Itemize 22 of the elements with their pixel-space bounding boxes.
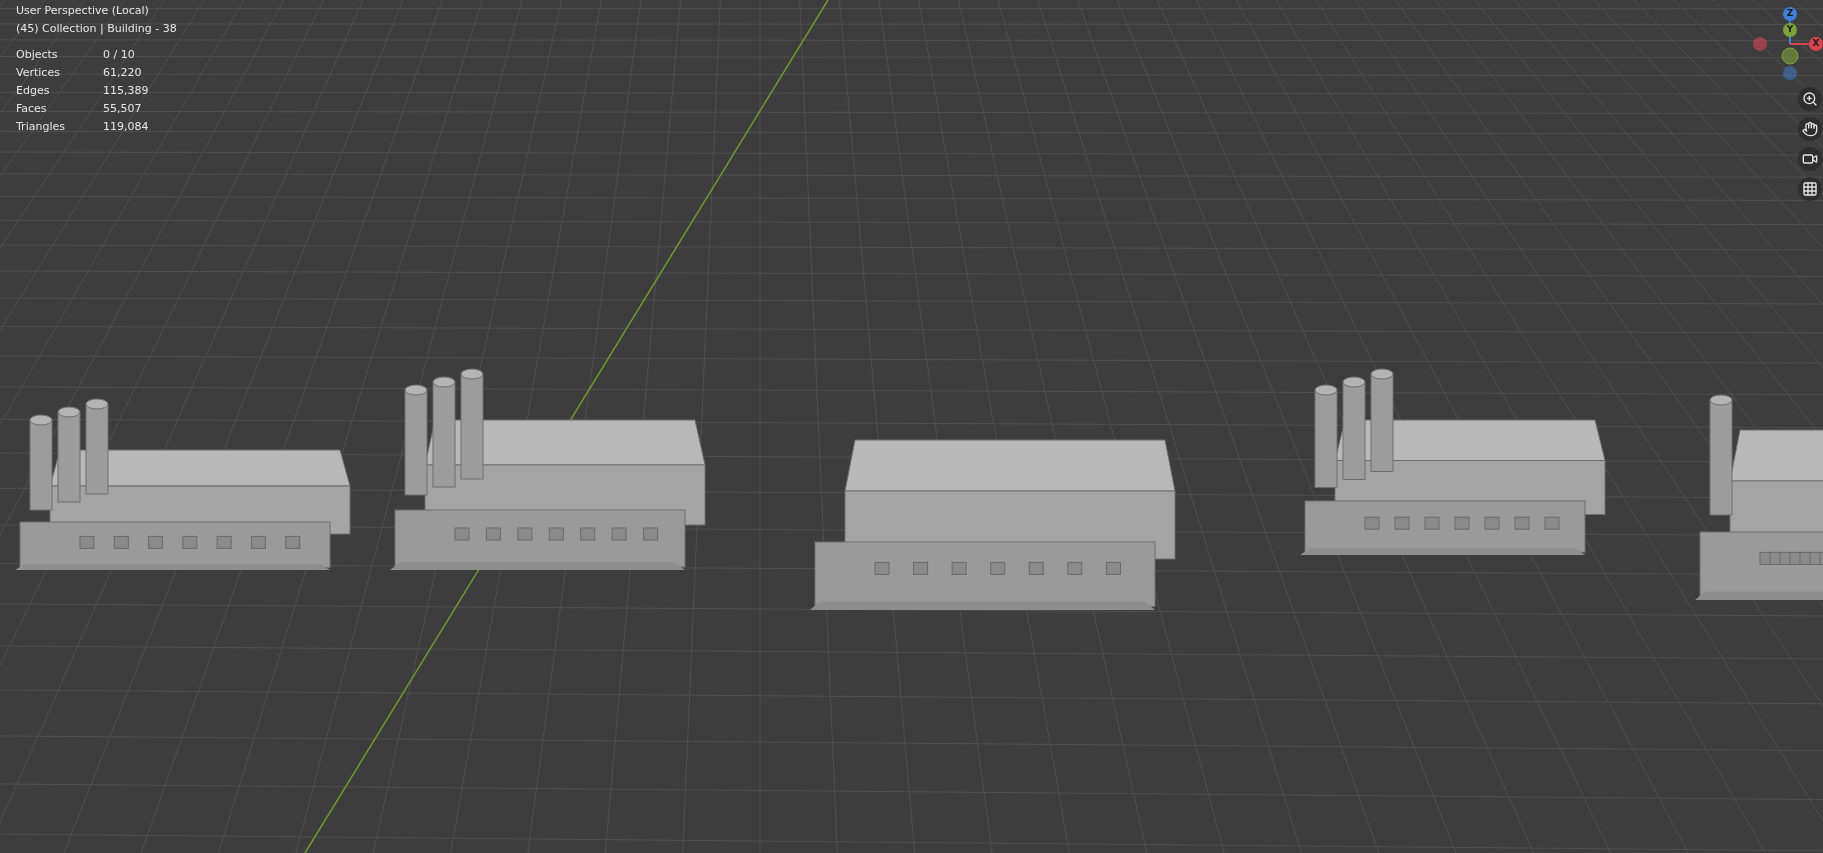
statistic-value: 61,220 (103, 65, 143, 81)
y-axis-handle[interactable]: Y (1783, 23, 1797, 37)
grid-icon[interactable] (1802, 181, 1818, 197)
z-axis-handle[interactable]: Z (1783, 7, 1797, 21)
negative-z-axis-handle[interactable] (1783, 66, 1797, 80)
negative-y-axis-handle[interactable] (1781, 47, 1799, 65)
active-object-label: (45) Collection | Building - 38 (16, 21, 177, 37)
statistic-value: 115,389 (103, 83, 150, 99)
camera-icon[interactable] (1802, 151, 1818, 167)
hand-icon[interactable] (1802, 121, 1818, 137)
statistic-label: Objects (16, 47, 59, 63)
statistic-label: Edges (16, 83, 51, 99)
statistic-value: 119,084 (103, 119, 150, 135)
zoom-icon[interactable] (1802, 91, 1818, 107)
negative-x-axis-handle[interactable] (1753, 37, 1767, 51)
statistic-value: 0 / 10 (103, 47, 136, 63)
view-name: User Perspective (Local) (16, 3, 150, 19)
statistic-value: 55,507 (103, 101, 143, 117)
x-axis-handle[interactable]: X (1809, 37, 1823, 51)
statistic-label: Vertices (16, 65, 61, 81)
statistic-label: Triangles (16, 119, 66, 135)
statistic-label: Faces (16, 101, 48, 117)
